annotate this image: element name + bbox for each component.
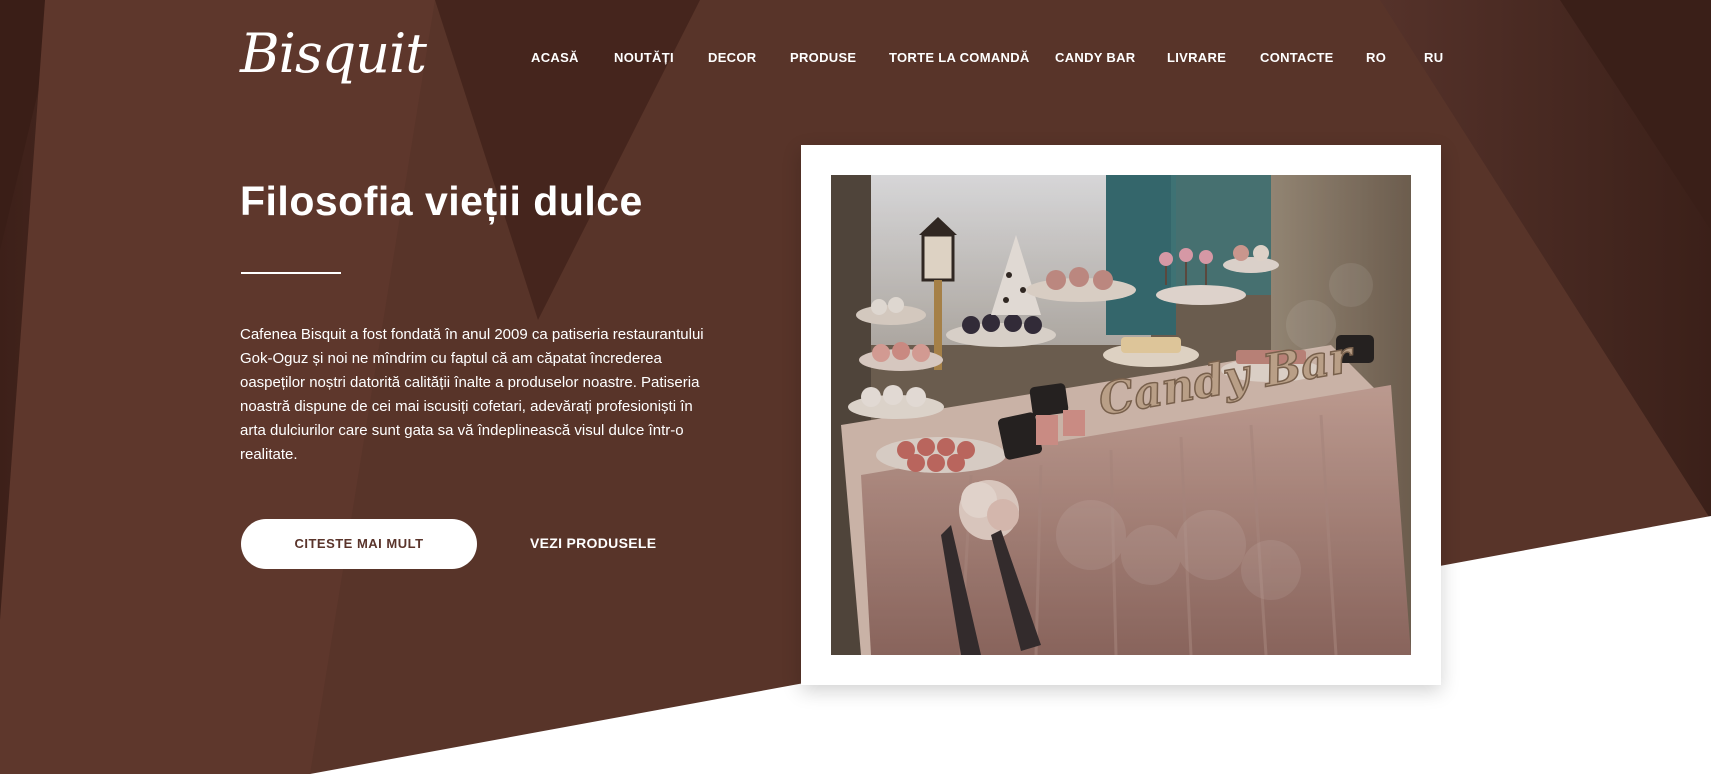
lang-ro[interactable]: RO: [1366, 50, 1386, 65]
candy-bar-illustration: Candy Bar: [831, 175, 1411, 655]
lang-ru[interactable]: RU: [1424, 50, 1443, 65]
read-more-button[interactable]: CITESTE MAI MULT: [241, 519, 477, 569]
nav-item-noutati[interactable]: NOUTĂȚI: [614, 50, 674, 65]
nav-item-livrare[interactable]: LIVRARE: [1167, 50, 1226, 65]
title-divider: [241, 272, 341, 274]
nav-item-torte-la-comanda[interactable]: TORTE LA COMANDĂ: [889, 50, 1030, 65]
candy-bar-photo: Candy Bar: [831, 175, 1411, 655]
view-products-link[interactable]: VEZI PRODUSELE: [530, 535, 656, 551]
nav-item-candy-bar[interactable]: CANDY BAR: [1055, 50, 1135, 65]
nav-item-contacte[interactable]: CONTACTE: [1260, 50, 1334, 65]
hero-description: Cafenea Bisquit a fost fondată în anul 2…: [240, 326, 704, 463]
nav-item-produse[interactable]: PRODUSE: [790, 50, 856, 65]
hero-title: Filosofia vieții dulce: [240, 178, 643, 224]
main-navigation: ACASĂ NOUTĂȚI DECOR PRODUSE TORTE LA COM…: [0, 50, 1711, 70]
page: Bisquit ACASĂ NOUTĂȚI DECOR PRODUSE TORT…: [0, 0, 1711, 774]
nav-item-decor[interactable]: DECOR: [708, 50, 756, 65]
photo-frame: Candy Bar: [801, 145, 1441, 685]
nav-item-acasa[interactable]: ACASĂ: [531, 50, 579, 65]
